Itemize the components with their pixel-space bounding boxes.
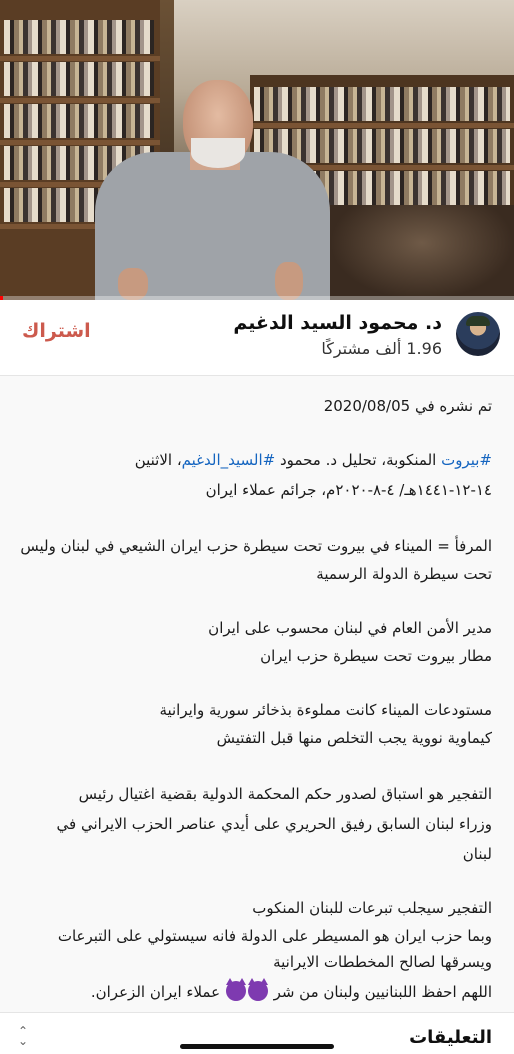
description-intro-line-2: ١٤-١٢-١٤٤١هـ/ ٤-٨-٢٠٢٠م، جرائم عملاء اير… [205,481,492,499]
description-text: مطار بيروت تحت سيطرة حزب ايران [260,647,492,665]
description-text: لبنان [462,845,492,863]
description-closing-line: اللهم احفظ اللبنانيين ولبنان من شر عملاء… [90,978,492,1001]
armchair [330,205,514,300]
hashtag-author[interactable]: #السيد_الدغيم [182,451,276,469]
description-text: التفجير هو استباق لصدور حكم المحكمة الدو… [78,785,492,803]
comments-title: التعليقات [409,1027,492,1048]
description-text: التفجير سيجلب تبرعات للبنان المنكوب [252,899,492,917]
channel-avatar[interactable] [456,312,500,356]
description-intro-line-1: #بيروت المنكوبة، تحليل د. محمود #السيد_ا… [134,451,492,469]
video-description: تم نشره في 2020/08/05 #بيروت المنكوبة، ت… [0,377,514,1010]
description-text: مدير الأمن العام في لبنان محسوب على ايرا… [208,619,492,637]
unfold-icon[interactable]: ⌃ ⌄ [16,1025,30,1047]
channel-row[interactable]: د. محمود السيد الدغيم 1.96 ألف مشتركًا ا… [0,300,514,376]
publish-date: تم نشره في 2020/08/05 [323,397,492,415]
subscriber-count: 1.96 ألف مشتركًا [321,339,442,358]
description-text: المرفأ = الميناء في بيروت تحت سيطرة حزب … [20,537,492,555]
description-text: وزراء لبنان السابق رفيق الحريري على أيدي… [56,815,493,833]
hashtag-beirut[interactable]: #بيروت [441,451,492,469]
description-text: تحت سيطرة الدولة الرسمية [316,565,492,583]
subscribe-button[interactable]: اشتراك [22,320,91,342]
video-player[interactable] [0,0,514,300]
description-text: ويسرقها لصالح المخططات الايرانية [273,953,492,971]
description-text: وبما حزب ايران هو المسيطر على الدولة فان… [57,927,492,945]
home-indicator [180,1044,334,1049]
description-text: كيماوية نووية يجب التخلص منها قبل التفتي… [216,729,492,747]
purple-devil-emoji-icon [247,978,268,1001]
purple-devil-emoji-icon [225,978,246,1001]
description-text: مستودعات الميناء كانت مملوءة بذخائر سوري… [159,701,492,719]
channel-name[interactable]: د. محمود السيد الدغيم [233,312,442,334]
